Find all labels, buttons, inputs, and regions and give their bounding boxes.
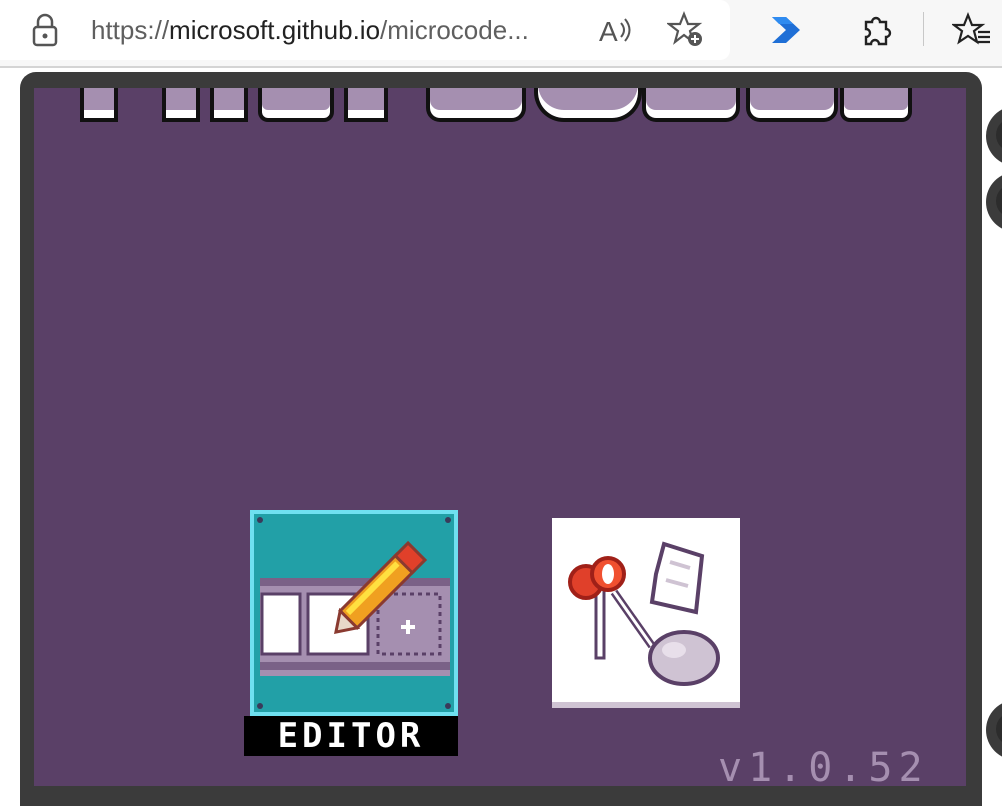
samples-icon xyxy=(568,541,720,686)
lock-icon[interactable] xyxy=(30,13,60,47)
app-screen xyxy=(34,88,966,786)
toolbar-divider xyxy=(0,66,1002,68)
samples-button[interactable] xyxy=(552,518,740,708)
device-button[interactable] xyxy=(986,700,1002,760)
extensions-icon[interactable] xyxy=(856,10,896,50)
editor-icon xyxy=(257,517,451,709)
version-label: v1.0.52 xyxy=(718,745,929,791)
read-aloud-icon[interactable]: A xyxy=(595,10,635,50)
svg-text:A: A xyxy=(599,16,618,47)
power-automate-icon[interactable] xyxy=(766,10,806,50)
url-path: /microcode... xyxy=(380,15,529,45)
browser-toolbar: https://microsoft.github.io/microcode...… xyxy=(0,0,1002,66)
favorite-add-icon[interactable] xyxy=(666,10,706,50)
favorites-icon[interactable] xyxy=(952,10,992,50)
device-button[interactable] xyxy=(986,172,1002,232)
device-button[interactable] xyxy=(986,106,1002,166)
address-bar[interactable]: https://microsoft.github.io/microcode...… xyxy=(0,0,730,60)
url-text[interactable]: https://microsoft.github.io/microcode... xyxy=(91,14,529,46)
url-scheme: https:// xyxy=(91,15,170,45)
url-domain: microsoft.github.io xyxy=(169,15,381,45)
toolbar-separator xyxy=(923,12,924,46)
editor-label[interactable]: EDITOR xyxy=(244,716,458,756)
editor-button[interactable] xyxy=(250,510,458,716)
